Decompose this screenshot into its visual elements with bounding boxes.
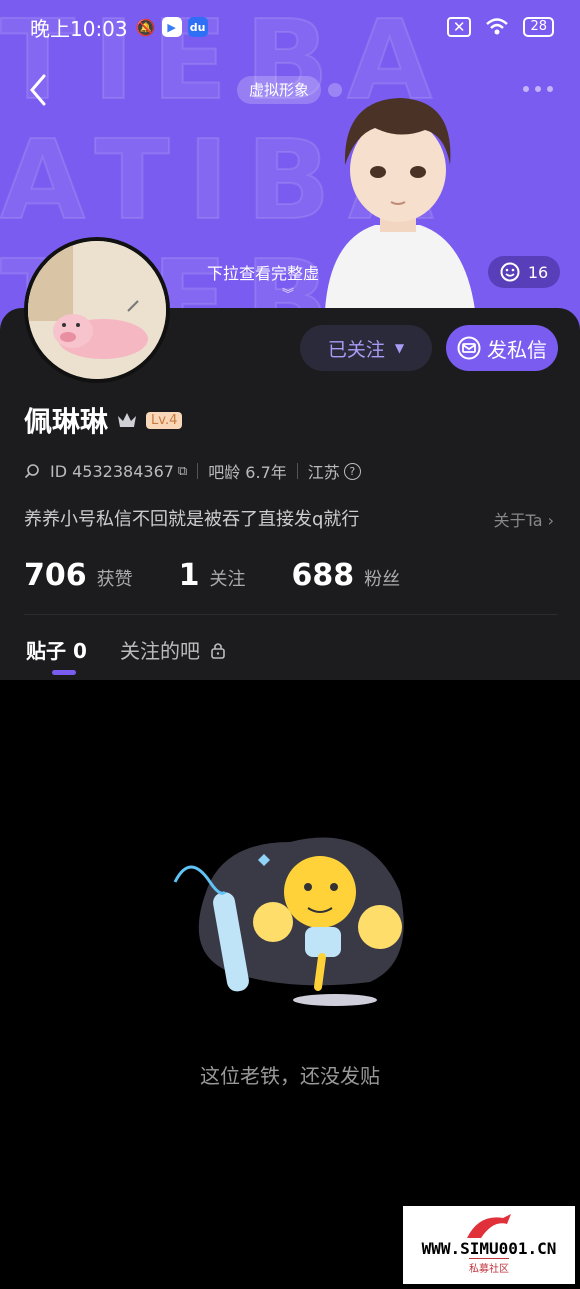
meta-divider — [197, 463, 199, 479]
help-icon[interactable]: ? — [343, 462, 361, 480]
user-id: ID 4532384367 — [50, 461, 174, 481]
pull-down-hint: 下拉查看完整虚 — [207, 264, 320, 283]
level-badge: Lv.4 — [146, 411, 183, 429]
battery-indicator: 28 — [523, 17, 554, 37]
copy-icon[interactable]: ⧉ — [178, 464, 187, 479]
status-bar: 晚上10:03 🔕 ▶ du ✕ 28 — [0, 0, 580, 54]
search-icon — [24, 464, 39, 479]
sim-off-icon: ✕ — [446, 17, 472, 37]
lock-icon — [211, 642, 225, 659]
divider — [24, 614, 558, 615]
name-row: 佩琳琳 Lv.4 — [24, 400, 183, 440]
tab-posts[interactable]: 贴子 0 — [26, 635, 87, 664]
watermark-logo — [467, 1214, 511, 1238]
like-count: 16 — [527, 262, 549, 282]
fans-count[interactable]: 688 — [292, 558, 355, 593]
meta-divider — [296, 463, 298, 479]
smile-icon — [500, 262, 520, 282]
wifi-icon — [486, 18, 509, 35]
send-message-label: 发私信 — [487, 337, 547, 362]
location: 江苏 — [307, 463, 340, 482]
following-count[interactable]: 1 — [179, 558, 200, 593]
likes-label: 获赞 — [96, 569, 133, 590]
mute-bell-icon: 🔕 — [135, 17, 156, 37]
following-button[interactable]: 已关注 ▼ — [300, 325, 432, 371]
empty-state-text: 这位老铁，还没发贴 — [200, 1064, 380, 1088]
avatar-like-chip[interactable]: 16 — [488, 256, 560, 288]
tab-followed-bars-label: 关注的吧 — [120, 639, 200, 663]
empty-state-illustration — [173, 837, 404, 1006]
send-message-button[interactable]: 发私信 — [446, 325, 558, 371]
more-options-icon[interactable] — [516, 76, 560, 102]
chevron-down-icon: ︾ — [282, 287, 295, 301]
bar-age: 吧龄 6.7年 — [208, 463, 287, 482]
watermark-caption: 私募社区 — [469, 1258, 509, 1275]
active-tab-indicator — [52, 670, 76, 675]
virtual-avatar-tag[interactable]: 虚拟形象 — [237, 76, 322, 104]
watermark: WWW.SIMU001.CN 私募社区 — [403, 1206, 575, 1284]
fans-label: 粉丝 — [364, 569, 401, 590]
avatar[interactable] — [24, 237, 170, 383]
baidu-app-icon: du — [187, 17, 208, 37]
stats-row: 706 获赞 1 关注 688 粉丝 — [24, 558, 446, 593]
chevron-right-icon: › — [547, 511, 554, 530]
tab-followed-bars[interactable]: 关注的吧 — [120, 635, 226, 664]
status-time: 晚上10:03 — [30, 16, 128, 41]
avatar-tag-dot — [328, 83, 342, 97]
avatar-pig-image — [28, 241, 166, 379]
user-name: 佩琳琳 — [24, 405, 109, 438]
likes-count[interactable]: 706 — [24, 558, 87, 593]
following-label: 关注 — [209, 569, 246, 590]
following-label: 已关注 — [327, 338, 385, 361]
caret-down-icon: ▼ — [394, 341, 405, 355]
mail-icon — [457, 336, 481, 360]
back-arrow-icon[interactable] — [22, 70, 58, 110]
profile-meta: ID 4532384367 ⧉ 吧龄 6.7年 江苏 ? — [24, 459, 361, 483]
virtual-avatar-figure[interactable] — [305, 80, 490, 310]
about-label: 关于Ta — [493, 511, 543, 530]
crown-badge-icon — [118, 413, 137, 427]
video-app-icon: ▶ — [161, 17, 182, 37]
about-link[interactable]: 关于Ta › — [494, 507, 554, 531]
user-bio: 养养小号私信不回就是被吞了直接发q就行 — [24, 509, 360, 530]
